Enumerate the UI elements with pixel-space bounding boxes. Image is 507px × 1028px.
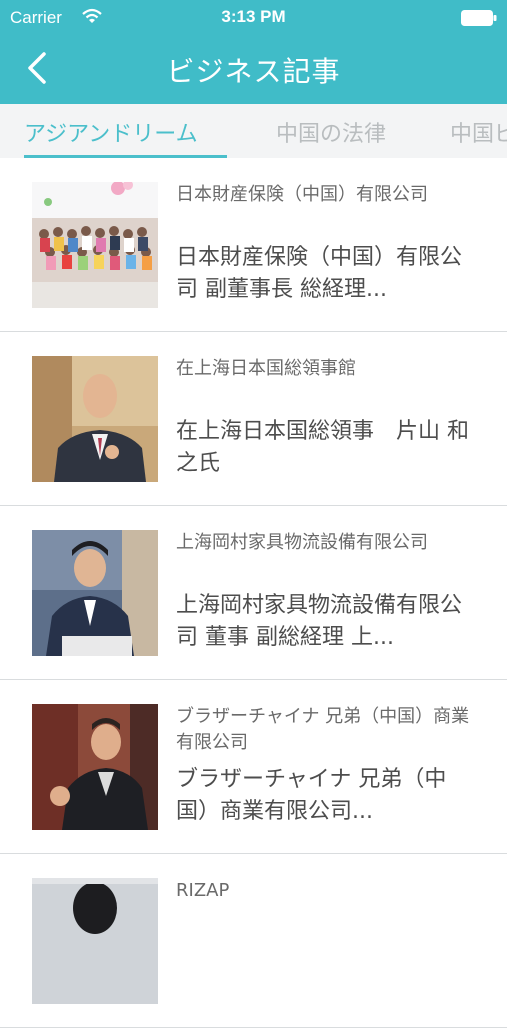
- nav-header: Carrier 3:13 PM ビジネス記事: [0, 0, 507, 104]
- article-title: ブラザーチャイナ 兄弟（中国）商業有限公司...: [176, 767, 447, 824]
- article-company: 上海岡村家具物流設備有限公司: [176, 532, 428, 553]
- tab-china-law[interactable]: 中国の法律: [276, 116, 386, 148]
- article-company: 在上海日本国総領事館: [176, 358, 356, 379]
- category-tabs: アジアンドリーム 中国の法律 中国ビ: [0, 104, 507, 158]
- article-list: 日本財産保険（中国）有限公司 日本財産保険（中国）有限公司 副董事長 総経理..…: [0, 158, 507, 1028]
- article-company: 日本財産保険（中国）有限公司: [176, 184, 428, 205]
- list-item[interactable]: ブラザーチャイナ 兄弟（中国）商業有限公司 ブラザーチャイナ 兄弟（中国）商業有…: [0, 680, 507, 854]
- article-company: RIZAP: [176, 880, 230, 901]
- article-thumbnail: [32, 356, 158, 482]
- list-item[interactable]: 上海岡村家具物流設備有限公司 上海岡村家具物流設備有限公司 董事 副総経理 上.…: [0, 506, 507, 680]
- article-thumbnail: [32, 182, 158, 308]
- article-thumbnail: [32, 878, 158, 1004]
- article-title: 在上海日本国総領事 片山 和之氏: [176, 419, 469, 476]
- article-title: 日本財産保険（中国）有限公司 副董事長 総経理...: [176, 245, 463, 302]
- list-item[interactable]: 日本財産保険（中国）有限公司 日本財産保険（中国）有限公司 副董事長 総経理..…: [0, 158, 507, 332]
- article-thumbnail: [32, 530, 158, 656]
- article-title: 上海岡村家具物流設備有限公司 董事 副総経理 上...: [176, 593, 463, 650]
- page-title: ビジネス記事: [166, 55, 341, 88]
- status-bar: Carrier 3:13 PM: [0, 0, 507, 36]
- battery-icon: [461, 10, 497, 26]
- article-thumbnail: [32, 704, 158, 830]
- article-company: ブラザーチャイナ 兄弟（中国）商業有限公司: [176, 706, 470, 753]
- status-time: 3:13 PM: [221, 7, 286, 26]
- list-item[interactable]: RIZAP: [0, 854, 507, 1028]
- list-item[interactable]: 在上海日本国総領事館 在上海日本国総領事 片山 和之氏: [0, 332, 507, 506]
- tab-china-business[interactable]: 中国ビ: [450, 116, 507, 148]
- tab-asian-dream[interactable]: アジアンドリーム: [24, 116, 198, 148]
